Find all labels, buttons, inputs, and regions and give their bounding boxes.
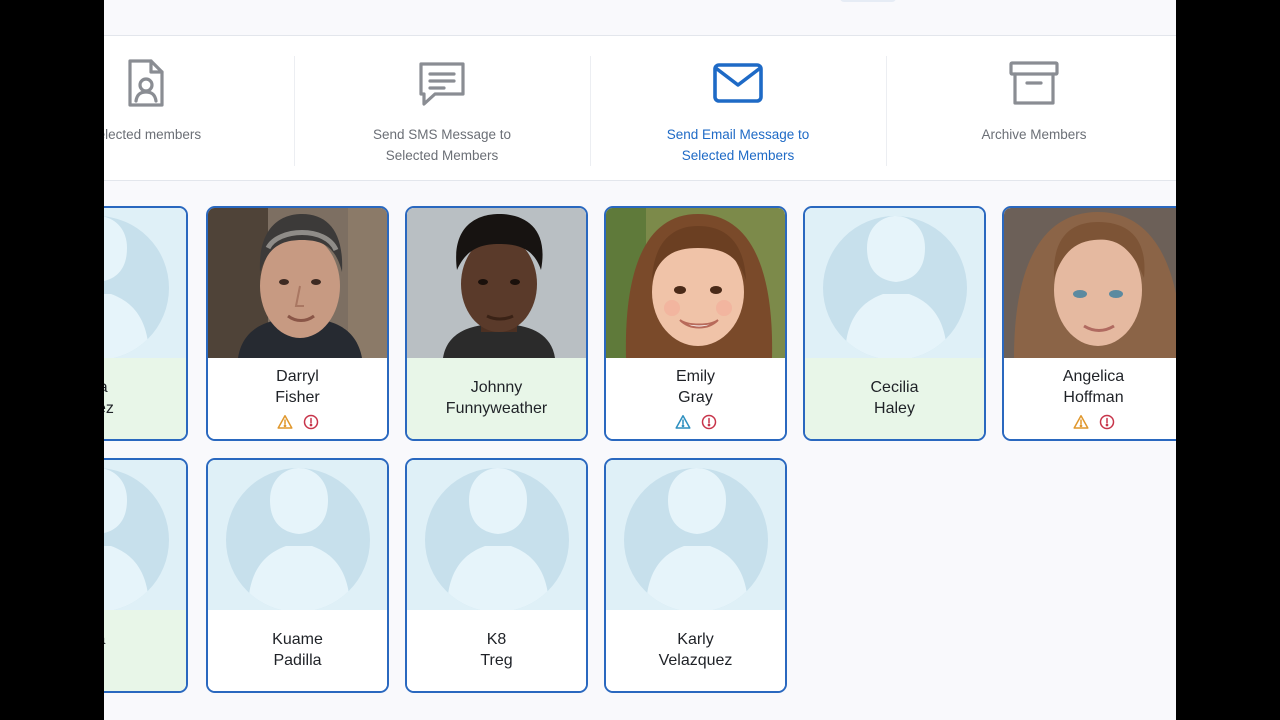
member-info: ma ndez: [104, 358, 186, 439]
member-last-name: Gray: [678, 389, 713, 406]
action-label: Send SMS Message to Selected Members: [372, 127, 512, 163]
member-last-name: Padilla: [273, 652, 322, 669]
member-name: Angelica Hoffman: [1004, 366, 1176, 408]
archive-box-icon: [1008, 57, 1060, 109]
member-last-name: Velazquez: [658, 652, 733, 669]
member-info: nar: [104, 610, 186, 691]
member-name: Cecilia Haley: [805, 377, 984, 419]
member-info: Karly Velazquez: [606, 610, 785, 691]
member-first-name: Cecilia: [870, 379, 919, 396]
member-info: Emily Gray: [606, 358, 785, 439]
bulk-action-bar: selected members Send SMS Message to Sel…: [104, 36, 1176, 181]
member-photo: [208, 208, 387, 358]
member-card[interactable]: Cecilia Haley: [803, 206, 986, 441]
member-card[interactable]: Karly Velazquez: [604, 458, 787, 693]
member-last-name: Hoffman: [1063, 389, 1124, 406]
member-last-name: r: [104, 650, 186, 671]
info-triangle-icon[interactable]: [674, 414, 691, 430]
member-first-name: Emily: [675, 368, 716, 385]
export-selected-members-button[interactable]: selected members: [104, 36, 294, 181]
placeholder-avatar-icon: [208, 460, 387, 610]
member-name: Kuame Padilla: [208, 629, 387, 671]
send-email-button[interactable]: Send Email Message to Selected Members: [590, 36, 886, 181]
member-name: Karly Velazquez: [606, 629, 785, 671]
member-info: Cecilia Haley: [805, 358, 984, 439]
member-photo: [606, 208, 785, 358]
action-label: selected members: [104, 127, 202, 142]
placeholder-avatar-icon: [104, 208, 186, 358]
member-info: Angelica Hoffman: [1004, 358, 1176, 439]
member-card[interactable]: ma ndez: [104, 206, 188, 441]
top-bar: [104, 0, 1176, 36]
member-alerts: [1004, 414, 1176, 430]
member-name: Emily Gray: [606, 366, 785, 408]
member-first-name: Johnny: [470, 379, 523, 396]
member-last-name: Fisher: [275, 389, 320, 406]
member-info: Kuame Padilla: [208, 610, 387, 691]
action-label: Send Email Message to Selected Members: [666, 127, 810, 163]
contact-file-icon: [120, 57, 172, 109]
member-last-name: Haley: [874, 400, 915, 417]
member-name: K8 Treg: [407, 629, 586, 671]
member-card[interactable]: Johnny Funnyweather: [405, 206, 588, 441]
member-first-name: ma: [104, 377, 186, 398]
member-first-name: na: [104, 629, 186, 650]
envelope-icon: [712, 57, 764, 109]
member-card[interactable]: nar: [104, 458, 188, 693]
placeholder-avatar-icon: [104, 460, 186, 610]
alert-circle-icon[interactable]: [303, 414, 319, 430]
member-first-name: K8: [486, 631, 507, 648]
top-tab-indicator: [840, 0, 896, 2]
send-sms-button[interactable]: Send SMS Message to Selected Members: [294, 36, 590, 181]
member-last-name: Treg: [480, 652, 513, 669]
member-info: Darryl Fisher: [208, 358, 387, 439]
placeholder-avatar-icon: [606, 460, 785, 610]
member-name: Johnny Funnyweather: [407, 377, 586, 419]
placeholder-avatar-icon: [805, 208, 984, 358]
member-first-name: Darryl: [276, 368, 319, 385]
archive-members-button[interactable]: Archive Members: [886, 36, 1176, 181]
warning-triangle-icon[interactable]: [276, 414, 293, 430]
member-alerts: [208, 414, 387, 430]
member-alerts: [606, 414, 785, 430]
alert-circle-icon[interactable]: [1099, 414, 1115, 430]
action-label: Archive Members: [981, 127, 1087, 142]
member-card[interactable]: Emily Gray: [604, 206, 787, 441]
members-view: selected members Send SMS Message to Sel…: [104, 0, 1176, 720]
member-photo: [1004, 208, 1176, 358]
warning-triangle-icon[interactable]: [1072, 414, 1089, 430]
member-last-name: ndez: [104, 400, 114, 417]
member-card[interactable]: Darryl Fisher: [206, 206, 389, 441]
message-icon: [416, 57, 468, 109]
alert-circle-icon[interactable]: [701, 414, 717, 430]
placeholder-avatar-icon: [407, 460, 586, 610]
member-first-name: Karly: [677, 631, 714, 648]
member-info: K8 Treg: [407, 610, 586, 691]
member-first-name: Angelica: [1062, 368, 1125, 385]
member-card[interactable]: K8 Treg: [405, 458, 588, 693]
member-first-name: Kuame: [272, 631, 323, 648]
member-name: Darryl Fisher: [208, 366, 387, 408]
member-info: Johnny Funnyweather: [407, 358, 586, 439]
member-name: ma ndez: [104, 377, 186, 419]
member-name: nar: [104, 629, 186, 671]
member-last-name: Funnyweather: [445, 400, 548, 417]
member-card[interactable]: Kuame Padilla: [206, 458, 389, 693]
member-card[interactable]: Angelica Hoffman: [1002, 206, 1176, 441]
member-photo: [407, 208, 586, 358]
